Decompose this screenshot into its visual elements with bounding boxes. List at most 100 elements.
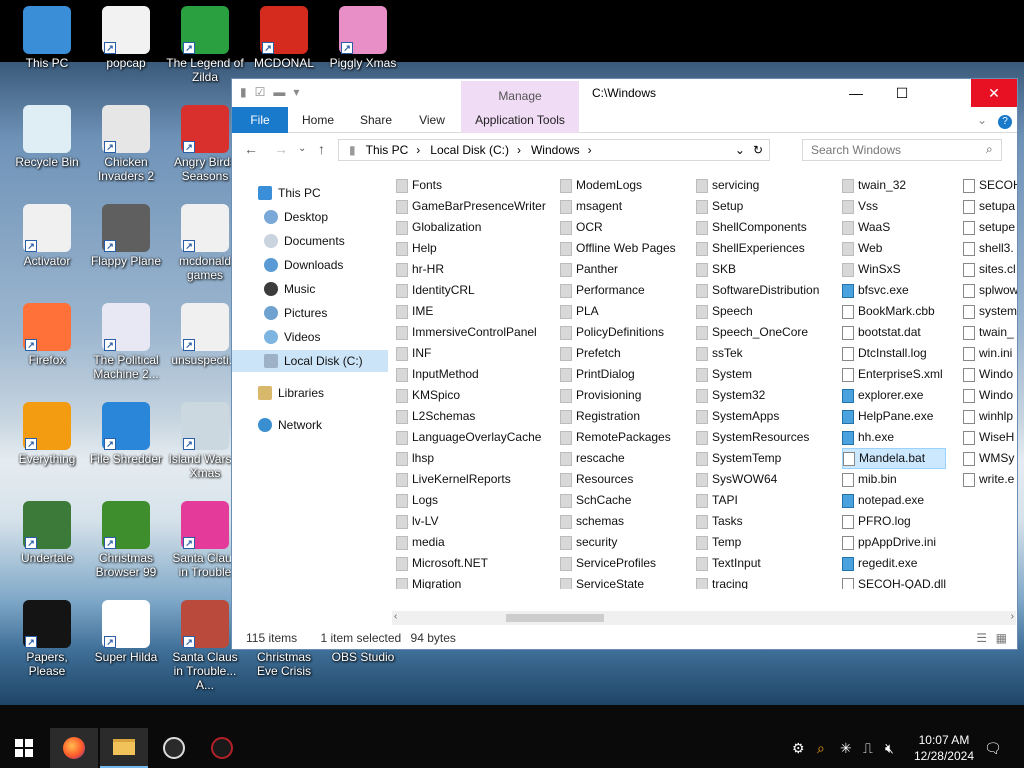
desktop-icon-popcap[interactable]: ↗ popcap [87,6,165,70]
file-item[interactable]: Setup [696,196,819,217]
file-item[interactable]: SystemResources [696,427,819,448]
scroll-left-icon[interactable]: ‹ [394,611,397,622]
desktop-icon-the-political-machine-2[interactable]: ↗ The Political Machine 2... [87,303,165,381]
file-item[interactable]: regedit.exe [842,553,946,574]
taskbar-firefox[interactable] [50,728,98,768]
scroll-right-icon[interactable]: › [1011,611,1014,622]
file-item[interactable]: lv-LV [396,511,546,532]
file-item[interactable]: Offline Web Pages [560,238,676,259]
file-item[interactable]: RemotePackages [560,427,676,448]
file-item[interactable]: write.e [963,469,1017,490]
breadcrumb-separator-icon[interactable]: › [416,143,420,157]
nav-desktop[interactable]: Desktop [264,206,328,228]
desktop-icon-christmas-browser-99[interactable]: ↗ Christmas Browser 99 [87,501,165,579]
file-item[interactable]: Speech [696,301,819,322]
file-item[interactable]: Mandela.bat [842,448,947,469]
search-input[interactable]: Search Windows [802,139,1002,161]
close-button[interactable]: ✕ [971,79,1017,107]
file-item[interactable]: Registration [560,406,676,427]
nav-network[interactable]: Network [258,414,322,436]
file-item[interactable]: Temp [696,532,819,553]
file-item[interactable]: Help [396,238,546,259]
file-item[interactable]: WinSxS [842,259,946,280]
file-item[interactable]: SystemTemp [696,448,819,469]
desktop-icon-this-pc[interactable]: This PC [8,6,86,70]
file-item[interactable]: EnterpriseS.xml [842,364,946,385]
file-item[interactable]: bfsvc.exe [842,280,946,301]
nav-videos[interactable]: Videos [264,326,320,348]
manage-context-tab[interactable]: Manage [461,81,579,107]
file-item[interactable]: BookMark.cbb [842,301,946,322]
large-icons-view-icon[interactable]: ▦ [996,631,1007,645]
taskbar-obs[interactable] [150,728,198,768]
file-item[interactable]: INF [396,343,546,364]
desktop-icon-chicken-invaders-2[interactable]: ↗ Chicken Invaders 2 [87,105,165,183]
file-item[interactable]: Vss [842,196,946,217]
file-item[interactable]: ShellComponents [696,217,819,238]
file-item[interactable]: hh.exe [842,427,946,448]
file-item[interactable]: Migration [396,574,546,589]
taskbar-file-explorer[interactable] [100,728,148,768]
file-item[interactable]: msagent [560,196,676,217]
tab-share[interactable]: Share [352,107,400,133]
file-item[interactable]: TextInput [696,553,819,574]
file-item[interactable]: Speech_OneCore [696,322,819,343]
file-item[interactable]: win.ini [963,343,1017,364]
desktop-icon-papers-please[interactable]: ↗ Papers, Please [8,600,86,678]
desktop-icon-mcdonal[interactable]: ↗ MCDONAL [245,6,323,70]
file-item[interactable]: LiveKernelReports [396,469,546,490]
file-item[interactable]: SchCache [560,490,676,511]
file-item[interactable]: PrintDialog [560,364,676,385]
desktop-icon-firefox[interactable]: ↗ Firefox [8,303,86,367]
nav-music[interactable]: Music [264,278,315,300]
file-item[interactable]: rescache [560,448,676,469]
file-item[interactable]: PLA [560,301,676,322]
file-item[interactable]: SECOH [963,175,1017,196]
file-item[interactable]: notepad.exe [842,490,946,511]
recent-locations-icon[interactable]: ⌄ [298,143,306,154]
clock[interactable]: 10:07 AM 12/28/2024 [914,732,974,764]
nav-libraries[interactable]: Libraries [258,382,324,404]
nav-local-disk[interactable]: Local Disk (C:) [232,350,388,372]
file-item[interactable]: hr-HR [396,259,546,280]
file-item[interactable]: PFRO.log [842,511,946,532]
file-item[interactable]: servicing [696,175,819,196]
breadcrumb-separator-icon[interactable]: › [588,143,592,157]
file-item[interactable]: ModemLogs [560,175,676,196]
folder-icon[interactable]: ▮ [240,85,247,99]
tab-home[interactable]: Home [294,107,342,133]
file-item[interactable]: HelpPane.exe [842,406,946,427]
nav-documents[interactable]: Documents [264,230,345,252]
address-bar[interactable]: ▮ This PC › Local Disk (C:) › Windows › … [338,139,770,161]
maximize-button[interactable]: ☐ [879,79,925,107]
tray-bluetooth-icon[interactable]: ✳ [840,728,852,768]
file-item[interactable]: System [696,364,819,385]
file-item[interactable]: explorer.exe [842,385,946,406]
file-item[interactable]: WaaS [842,217,946,238]
desktop-icon-undertale[interactable]: ↗ Undertale [8,501,86,565]
file-item[interactable]: Windo [963,364,1017,385]
breadcrumb-this-pc[interactable]: This PC [366,143,409,157]
file-item[interactable]: ssTek [696,343,819,364]
file-item[interactable]: Tasks [696,511,819,532]
minimize-button[interactable]: — [833,79,879,107]
up-arrow-icon[interactable]: ↑ [318,141,325,157]
help-icon[interactable]: ? [996,107,1014,133]
nav-pictures[interactable]: Pictures [264,302,327,324]
desktop-icon-recycle-bin[interactable]: Recycle Bin [8,105,86,169]
file-item[interactable]: ImmersiveControlPanel [396,322,546,343]
forward-arrow-icon[interactable]: → [274,141,288,157]
details-view-icon[interactable]: ☰ [976,631,987,645]
desktop-icon-activator[interactable]: ↗ Activator [8,204,86,268]
file-item[interactable]: SKB [696,259,819,280]
file-item[interactable]: security [560,532,676,553]
file-item[interactable]: Panther [560,259,676,280]
file-item[interactable]: Windo [963,385,1017,406]
file-item[interactable]: winhlp [963,406,1017,427]
nav-downloads[interactable]: Downloads [264,254,343,276]
file-item[interactable]: PolicyDefinitions [560,322,676,343]
file-item[interactable]: System32 [696,385,819,406]
refresh-icon[interactable]: ↻ [753,143,763,157]
breadcrumb-windows[interactable]: Windows [531,143,580,157]
file-item[interactable]: WiseH [963,427,1017,448]
